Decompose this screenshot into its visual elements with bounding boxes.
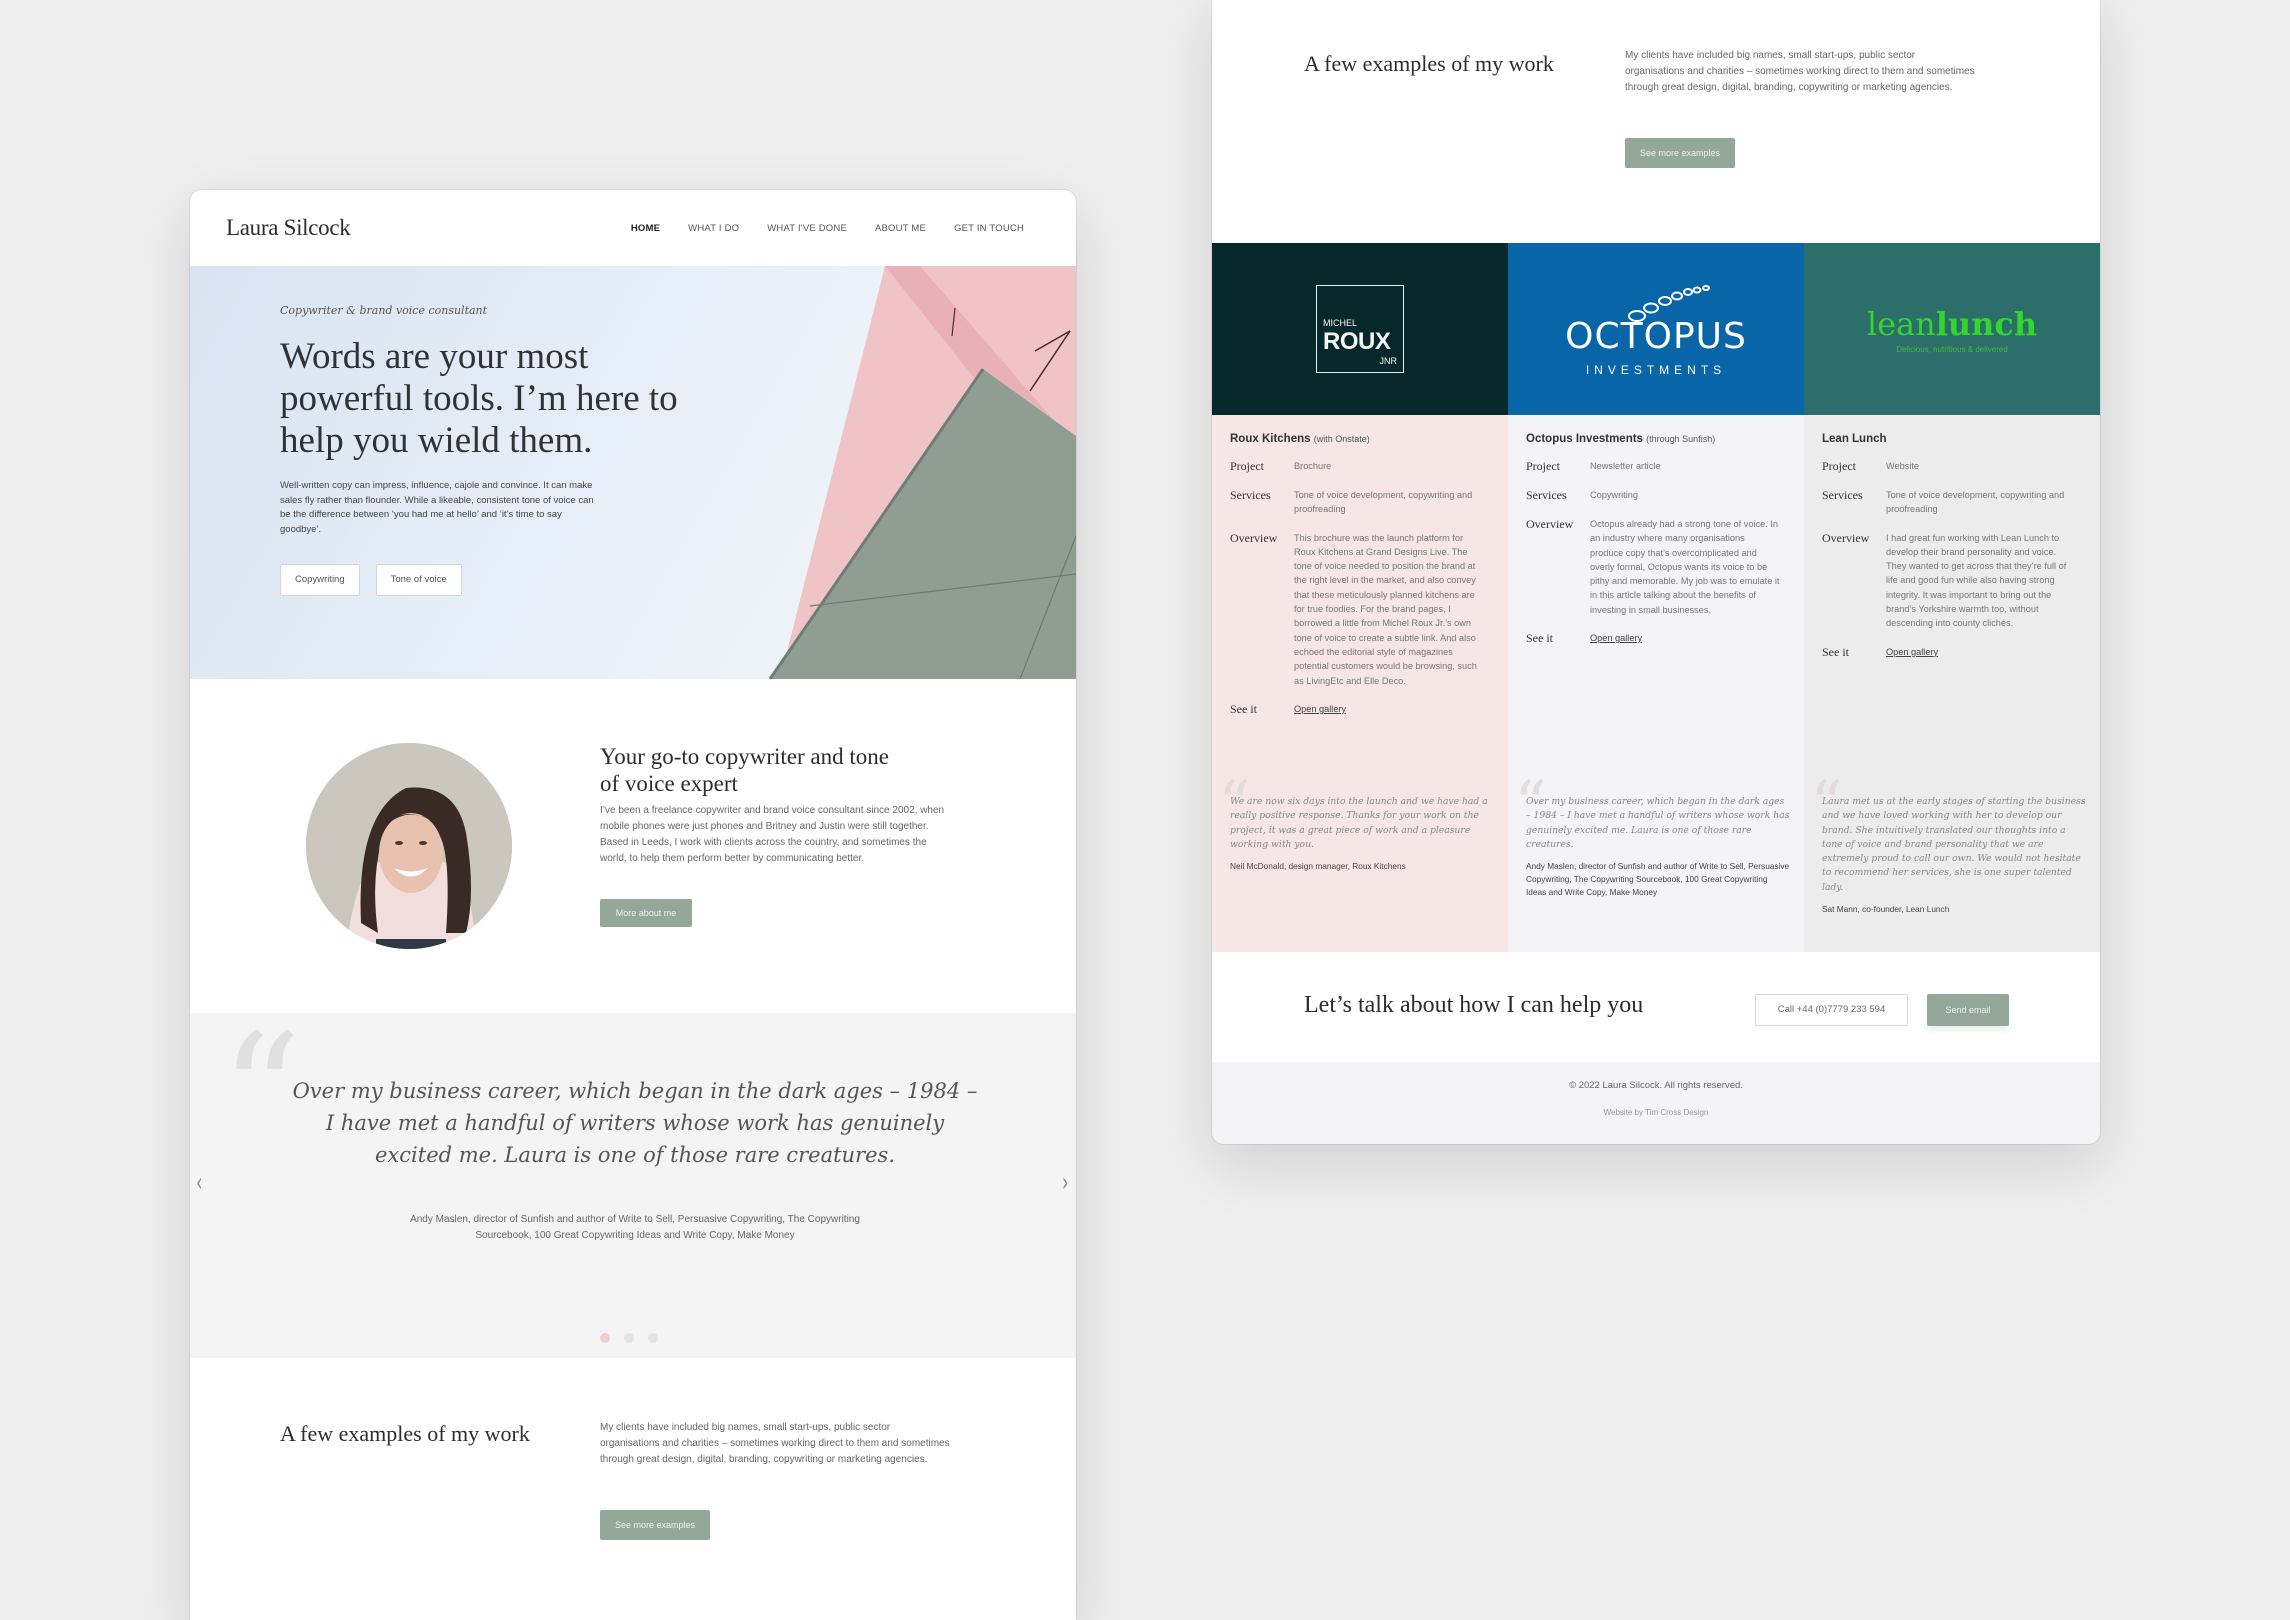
about-body: I’ve been a freelance copywriter and bra… [600,805,945,864]
copyright: © 2022 Laura Silcock. All rights reserve… [1569,1080,1743,1091]
nav-get-in-touch[interactable]: GET IN TOUCH [954,223,1024,234]
site-logo[interactable]: Laura Silcock [226,215,351,241]
site-header: Laura Silcock HOME WHAT I DO WHAT I'VE D… [190,190,1076,266]
hero-title: Words are your most powerful tools. I’m … [280,336,678,461]
chevron-left-icon[interactable]: ‹ [196,1168,202,1198]
tone-of-voice-button[interactable]: Tone of voice [375,564,462,596]
case-study-octopus: Octopus Investments (through Sunfish) Pr… [1508,415,1804,952]
leanlunch-logo: leanlunch Delicious, nutritious & delive… [1866,304,2038,354]
case-overview: This brochure was the launch platform fo… [1294,532,1477,686]
case-testimonial: “ We are now six days into the launch an… [1218,768,1488,872]
case-overview: Octopus already had a strong tone of voi… [1590,519,1780,615]
copywriting-button[interactable]: Copywriting [280,564,360,596]
testimonial-quote: Over my business career, which began in … [292,1079,978,1167]
main-nav: HOME WHAT I DO WHAT I'VE DONE ABOUT ME G… [631,223,1024,234]
examples-section: A few examples of my work My clients hav… [1212,0,2100,243]
case-project: Website [1886,461,1920,471]
octopus-logo: OCTOPUS INVESTMENTS [1565,282,1747,377]
testimonial-attribution: Andy Maslen, director of Sunfish and aut… [410,1214,860,1241]
case-services: Tone of voice development, copywriting a… [1294,490,1473,515]
testimonial-carousel: “ Over my business career, which began i… [190,1013,1076,1358]
homepage-mockup: Laura Silcock HOME WHAT I DO WHAT I'VE D… [190,190,1076,1620]
roux-logo-panel: MICHEL ROUX JNR [1212,243,1508,415]
hero-subtitle: Copywriter & brand voice consultant [280,304,488,317]
case-project: Newsletter article [1590,461,1661,471]
nav-about-me[interactable]: ABOUT ME [875,223,926,234]
see-more-examples-button[interactable]: See more examples [1625,138,1735,168]
about-section: Your go-to copywriter and tone of voice … [190,679,1076,1013]
case-testimonial: “ Over my business career, which began i… [1514,768,1790,898]
open-gallery-link[interactable]: Open gallery [1590,633,1642,643]
examples-body: My clients have included big names, smal… [600,1422,950,1465]
case-title: Roux Kitchens (with Onstate) [1230,433,1370,445]
nav-what-i-do[interactable]: WHAT I DO [688,223,739,234]
carousel-dot-3[interactable] [648,1333,658,1343]
cta-title: Let’s talk about how I can help you [1304,992,1644,1018]
carousel-dots [600,1333,658,1343]
case-studies: Roux Kitchens (with Onstate) Project Broc… [1212,415,2100,952]
case-services: Tone of voice development, copywriting a… [1886,490,2065,515]
hero-body: Well-written copy can impress, influence… [280,480,594,535]
call-button[interactable]: Call +44 (0)7779 233 594 [1755,994,1908,1026]
leanlunch-logo-panel: leanlunch Delicious, nutritious & delive… [1804,243,2100,415]
nav-what-ive-done[interactable]: WHAT I'VE DONE [767,223,847,234]
case-testimonial: “ Laura met us at the early stages of st… [1810,768,2086,915]
open-gallery-link[interactable]: Open gallery [1886,647,1938,657]
octopus-logo-panel: OCTOPUS INVESTMENTS [1508,243,1804,415]
case-services: Copywriting [1590,490,1638,500]
about-title: Your go-to copywriter and tone of voice … [600,744,889,796]
site-footer: © 2022 Laura Silcock. All rights reserve… [1212,1062,2100,1144]
carousel-dot-2[interactable] [624,1333,634,1343]
send-email-button[interactable]: Send email [1927,994,2009,1026]
hero-section: Copywriter & brand voice consultant Word… [190,266,1076,679]
examples-title: A few examples of my work [280,1421,530,1446]
designer-credit[interactable]: Website by Tim Cross Design [1212,1108,2100,1117]
profile-photo [306,743,512,949]
see-more-examples-button[interactable]: See more examples [600,1510,710,1540]
case-study-leanlunch: Lean Lunch Project Website Services Tone o… [1804,415,2100,952]
chevron-right-icon[interactable]: › [1062,1168,1068,1198]
case-study-roux: Roux Kitchens (with Onstate) Project Broc… [1212,415,1508,952]
nav-home[interactable]: HOME [631,223,660,234]
examples-section: A few examples of my work My clients hav… [190,1358,1076,1620]
roux-logo: MICHEL ROUX JNR [1316,285,1404,373]
hero-architecture-image [768,266,1076,679]
open-gallery-link[interactable]: Open gallery [1294,704,1346,714]
case-project: Brochure [1294,461,1332,471]
more-about-me-button[interactable]: More about me [600,899,692,927]
client-logos: MICHEL ROUX JNR OCTOPUS INVESTMENTS lean… [1212,243,2100,415]
examples-title: A few examples of my work [1304,51,1554,76]
contact-cta: Let’s talk about how I can help you Call… [1212,952,2100,1062]
case-title: Lean Lunch [1822,433,1887,445]
carousel-dot-1[interactable] [600,1333,610,1343]
work-page-mockup: A few examples of my work My clients hav… [1212,0,2100,1144]
case-title: Octopus Investments (through Sunfish) [1526,433,1716,445]
case-overview: I had great fun working with Lean Lunch … [1886,532,2067,629]
examples-body: My clients have included big names, smal… [1625,50,1975,93]
